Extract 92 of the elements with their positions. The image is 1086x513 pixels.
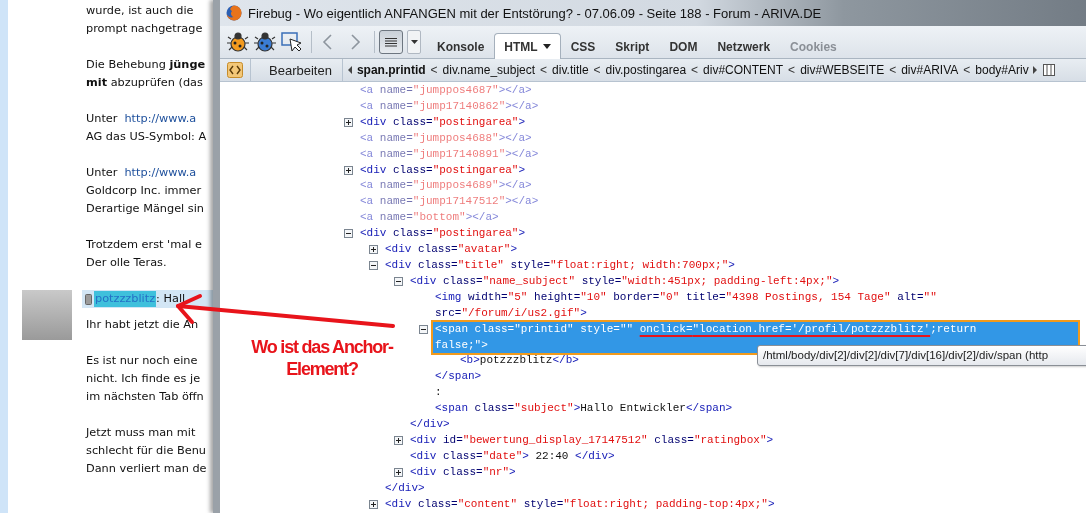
breadcrumb-item[interactable]: body#Ariv <box>975 63 1029 77</box>
code-line[interactable]: <img width="5" height="10" border="0" title="4398 Postings, 154 Tage" alt="" src="/forum/i/us2.gif"> <box>433 289 1086 322</box>
code-line[interactable]: <div class="postingarea"> <box>358 114 1086 131</box>
crumb-separator: < <box>540 63 548 77</box>
breadcrumb-item[interactable]: div#WEBSEITE <box>800 63 885 77</box>
crumb-separator: < <box>963 63 971 77</box>
body-text: Dann verliert man de <box>86 461 208 477</box>
panel-tab[interactable]: Konsole <box>427 33 495 59</box>
tooltip: /html/body/div[2]/div[2]/div[7]/div[16]/div[2]/div/span (http <box>757 345 1086 366</box>
expand-icon[interactable] <box>369 245 378 255</box>
body-text: im nächsten Tab öffn <box>86 389 205 405</box>
body-text: Unter <box>86 165 118 181</box>
panel-tab[interactable]: DOM <box>659 33 708 59</box>
annotation-text: Wo ist das Anchor- Element? <box>250 336 395 380</box>
expand-icon[interactable] <box>344 165 353 175</box>
collapse-icon[interactable] <box>419 324 428 334</box>
code-line[interactable]: <a name="jumppos4687"></a> <box>358 83 1086 99</box>
crumb-separator: < <box>593 63 601 77</box>
window-title: Firebug - Wo eigentlich ANFANGEN mit der Entstörung? - 07.06.09 - Seite 188 - Forum - ARIVA.DE <box>248 5 822 21</box>
panel-tab[interactable]: Netzwerk <box>707 33 781 59</box>
text-link[interactable]: http://www.a <box>124 110 197 128</box>
bug-icon[interactable] <box>226 31 250 53</box>
expand-icon[interactable] <box>394 467 403 477</box>
code-line[interactable]: <div class="avatar"> <box>383 242 1086 258</box>
code-line[interactable]: <div class="postingarea"> <box>358 226 1086 243</box>
post-subject: : Hall <box>156 291 186 307</box>
body-text: Ihr habt jetzt die An <box>86 317 200 333</box>
panel-icon[interactable] <box>1042 64 1055 76</box>
panel-tab[interactable]: Skript <box>605 33 660 59</box>
code-line[interactable]: <a name="jump17140862"></a> <box>358 98 1086 115</box>
body-text: Derartige Mängel sin <box>86 201 205 217</box>
crumb-separator: < <box>430 63 438 77</box>
breadcrumb-item[interactable]: span.printid <box>356 63 426 77</box>
body-text: Die Behebung jünge <box>86 57 207 73</box>
panel-tab[interactable]: CSS <box>560 33 606 59</box>
breadcrumb-item[interactable]: div.postingarea <box>605 63 687 77</box>
photo-placeholder <box>22 290 72 340</box>
code-line[interactable]: <div class="date"> 22:40 </div> <box>408 448 1086 465</box>
body-text: Jetzt muss man mit <box>86 425 197 441</box>
body-text: Der olle Teras. <box>86 255 168 271</box>
collapse-icon[interactable] <box>369 260 378 270</box>
bug-icon[interactable] <box>253 31 277 53</box>
body-text: wurde, ist auch die <box>86 3 195 19</box>
scroll-right-icon[interactable] <box>1030 66 1039 74</box>
code-line[interactable]: </span> <box>433 369 1086 386</box>
code-line[interactable]: <a name="jumppos4688"></a> <box>358 130 1086 147</box>
body-text: schlecht für die Benu <box>86 443 207 459</box>
body-text: Es ist nur noch eine <box>86 353 199 369</box>
breadcrumb-item[interactable]: div.title <box>552 63 589 77</box>
collapse-icon[interactable] <box>394 276 403 286</box>
collapse-icon[interactable] <box>344 229 353 239</box>
code-line[interactable]: </div> <box>408 417 1086 433</box>
device-icon <box>85 293 92 305</box>
code-line[interactable]: <a name="jump17140891"></a> <box>358 146 1086 163</box>
breadcrumb-item[interactable]: div.name_subject <box>442 63 536 77</box>
dropdown-button[interactable] <box>407 30 421 54</box>
html-icon[interactable] <box>227 62 243 78</box>
body-text: Unter <box>86 111 118 127</box>
breadcrumb-item[interactable]: div#ARIVA <box>901 63 959 77</box>
code-line[interactable]: <div class="content" style="float:right; padding-top:4px;"> <box>383 496 1086 513</box>
code-line[interactable]: </div> <box>383 480 1086 497</box>
expand-icon[interactable] <box>394 435 403 445</box>
caret-icon <box>410 40 418 44</box>
edit-button[interactable]: Bearbeiten <box>251 59 343 81</box>
code-line[interactable]: <span class="subject">Hallo Entwickler</span> <box>433 401 1086 418</box>
code-line[interactable]: <div class="nr"> <box>408 464 1086 481</box>
code-line[interactable]: <div class="name_subject" style="width:451px; padding-left:4px;"> <box>408 273 1086 290</box>
body-text: Trotzdem erst 'mal e <box>86 237 203 253</box>
crumb-separator: < <box>889 63 897 77</box>
text-link[interactable]: http://www.a <box>124 164 197 182</box>
code-line[interactable]: <a name="jump17147512"></a> <box>358 194 1086 211</box>
menu-button[interactable] <box>379 30 403 54</box>
panel-tab[interactable]: HTML <box>494 33 561 59</box>
inspect-icon[interactable] <box>280 31 304 53</box>
crumb-separator: < <box>691 63 699 77</box>
code-line[interactable]: <a name="bottom"></a> <box>358 210 1086 227</box>
expand-icon[interactable] <box>369 499 378 509</box>
body-text: AG das US-Symbol: A <box>86 129 208 145</box>
body-text: prompt nachgetrage <box>86 21 204 37</box>
code-line[interactable]: <div class="postingarea"> <box>358 162 1086 179</box>
body-text: Goldcorp Inc. immer <box>86 183 203 199</box>
code-line[interactable]: <div id="bewertung_display_17147512" class="ratingbox"> <box>408 432 1086 449</box>
code-line[interactable]: <a name="jumppos4689"></a> <box>358 178 1086 195</box>
code-line[interactable]: <div class="title" style="float:right; width:700px;"> <box>383 257 1086 274</box>
crumb-separator: < <box>788 63 796 77</box>
list-icon <box>385 36 397 48</box>
expand-icon[interactable] <box>344 117 353 127</box>
body-text: mit abzuprüfen (das <box>86 75 204 91</box>
body-text: nicht. Ich finde es je <box>86 371 202 387</box>
breadcrumb-item[interactable]: div#CONTENT <box>703 63 784 77</box>
code-line[interactable]: : <box>433 385 1086 402</box>
browser-icon <box>226 5 242 21</box>
